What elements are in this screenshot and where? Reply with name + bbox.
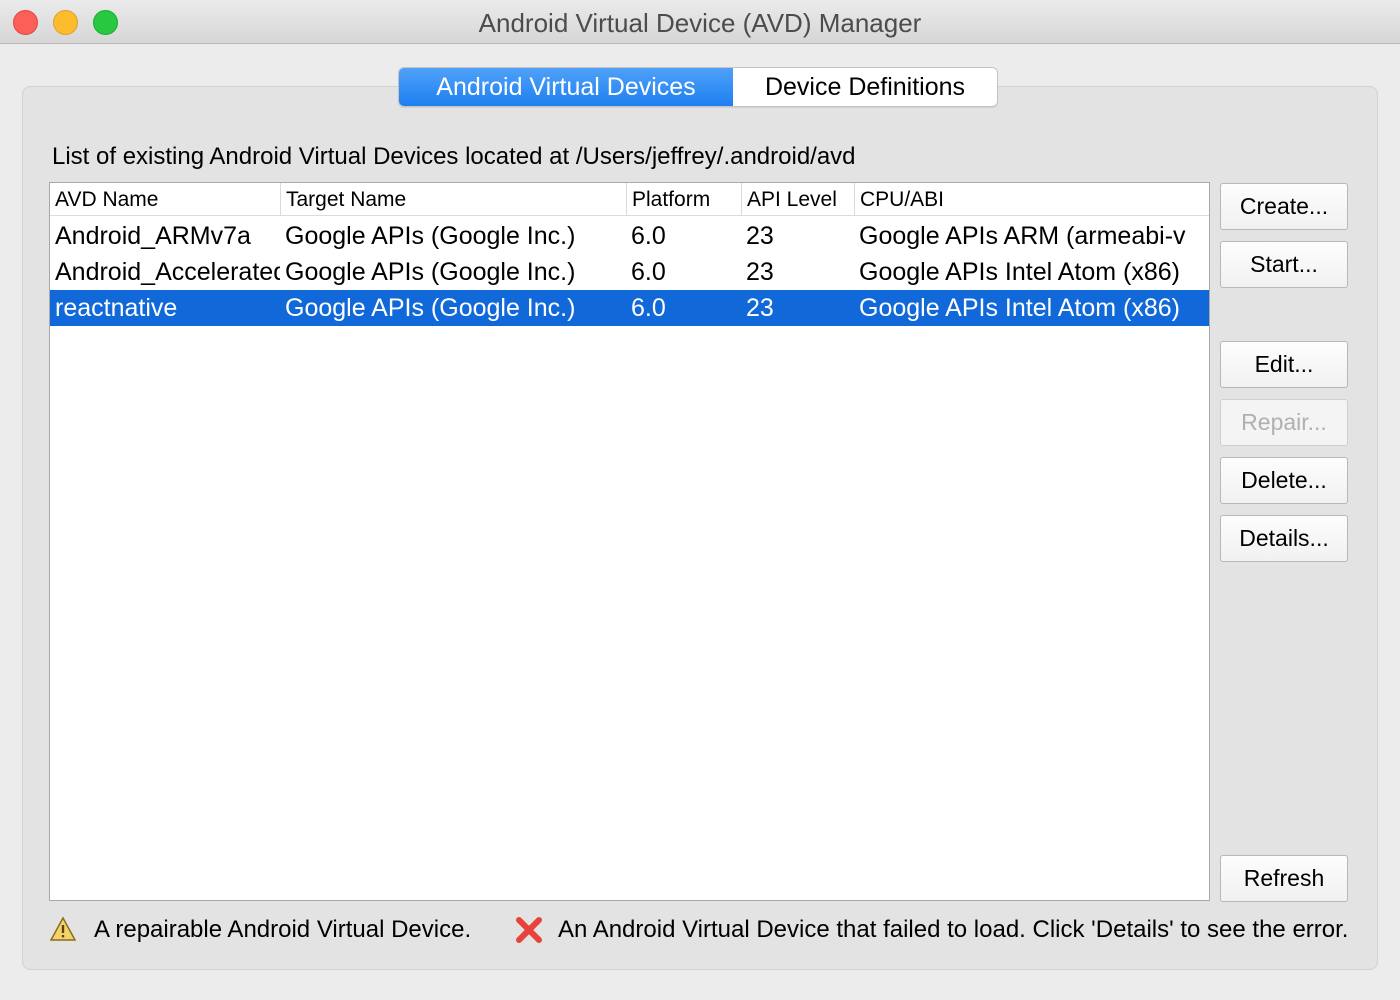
column-header-platform[interactable]: Platform <box>626 183 741 216</box>
column-header-avd-name[interactable]: AVD Name <box>50 183 280 216</box>
table-row-selected[interactable]: reactnative Google APIs (Google Inc.) 6.… <box>50 290 1209 326</box>
table-row[interactable]: Android_Accelerated Google APIs (Google … <box>50 254 1209 290</box>
title-bar: Android Virtual Device (AVD) Manager <box>0 0 1400 44</box>
cell-api-level: 23 <box>746 258 774 286</box>
repairable-legend-text: A repairable Android Virtual Device. <box>94 916 472 943</box>
avd-location-label: List of existing Android Virtual Devices… <box>52 143 856 170</box>
cell-target-name: Google APIs (Google Inc.) <box>285 222 576 250</box>
cell-platform: 6.0 <box>631 222 666 250</box>
create-button[interactable]: Create... <box>1220 183 1348 230</box>
column-header-cpu-abi[interactable]: CPU/ABI <box>854 183 1200 216</box>
cell-api-level: 23 <box>746 294 774 322</box>
column-header-target-name[interactable]: Target Name <box>280 183 626 216</box>
delete-button[interactable]: Delete... <box>1220 457 1348 504</box>
cell-cpu-abi: Google APIs Intel Atom (x86) <box>859 258 1180 286</box>
cell-target-name: Google APIs (Google Inc.) <box>285 258 576 286</box>
refresh-button[interactable]: Refresh <box>1220 855 1348 902</box>
edit-button[interactable]: Edit... <box>1220 341 1348 388</box>
warning-icon <box>50 916 76 941</box>
tab-android-virtual-devices[interactable]: Android Virtual Devices <box>399 68 733 106</box>
cell-cpu-abi: Google APIs Intel Atom (x86) <box>859 294 1180 322</box>
window-title: Android Virtual Device (AVD) Manager <box>478 8 922 38</box>
cell-platform: 6.0 <box>631 258 666 286</box>
tab-bar: Android Virtual Devices Device Definitio… <box>398 67 998 107</box>
cell-avd-name: reactnative <box>55 294 178 322</box>
cell-avd-name: Android_Accelerated <box>55 258 280 286</box>
cell-cpu-abi: Google APIs ARM (armeabi-v <box>859 222 1186 250</box>
details-button[interactable]: Details... <box>1220 515 1348 562</box>
failed-legend-text: An Android Virtual Device that failed to… <box>558 916 1348 943</box>
error-icon <box>516 917 542 943</box>
repair-button[interactable]: Repair... <box>1220 399 1348 446</box>
cell-target-name: Google APIs (Google Inc.) <box>285 294 576 322</box>
cell-platform: 6.0 <box>631 294 666 322</box>
cell-avd-name: Android_ARMv7a <box>55 222 251 250</box>
table-header: AVD Name Target Name Platform API Level … <box>50 183 1209 216</box>
column-header-api-level[interactable]: API Level <box>741 183 854 216</box>
table-row[interactable]: Android_ARMv7a Google APIs (Google Inc.)… <box>50 218 1209 254</box>
tab-device-definitions[interactable]: Device Definitions <box>733 68 997 106</box>
avd-table: AVD Name Target Name Platform API Level … <box>49 182 1210 901</box>
start-button[interactable]: Start... <box>1220 241 1348 288</box>
cell-api-level: 23 <box>746 222 774 250</box>
